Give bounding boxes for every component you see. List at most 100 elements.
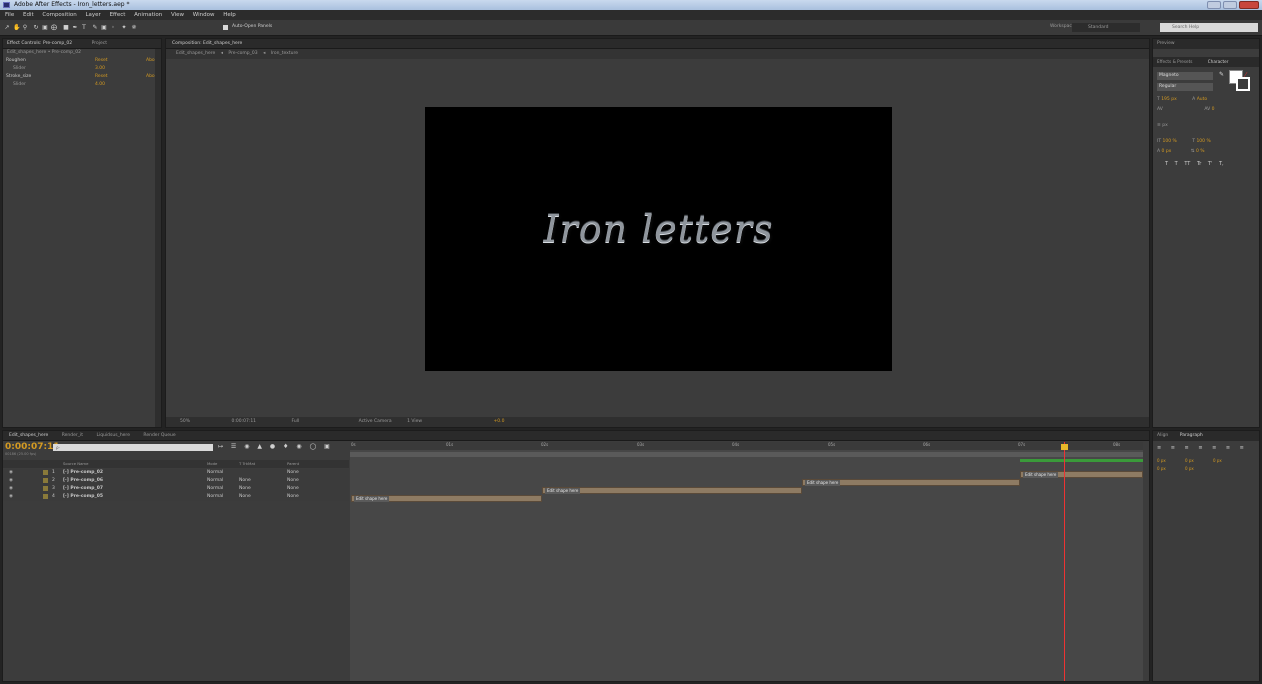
visibility-eye-icon[interactable]: ◉ [9, 493, 13, 501]
effect-reset-link[interactable]: Reset [95, 73, 108, 81]
layer-mode-select[interactable]: Normal [207, 477, 223, 485]
close-button[interactable] [1239, 1, 1259, 9]
hand-tool-icon[interactable]: ✋ [13, 24, 20, 31]
layer-mode-select[interactable]: Normal [207, 493, 223, 501]
tab-preview[interactable]: Preview [1157, 41, 1175, 46]
font-family-select[interactable]: Magneto [1157, 72, 1213, 80]
layer-bar-3[interactable]: Edit shape here [542, 487, 802, 494]
layer-parent-select[interactable]: None [287, 485, 299, 493]
effect-row-stroke-size[interactable]: Stroke_size Reset Abo [3, 73, 161, 81]
baseline-shift-value[interactable]: 0 px [1162, 149, 1172, 154]
faux-bold-button[interactable]: T [1165, 161, 1168, 167]
layer-row[interactable]: ◉ 2 [·] Pre-comp_06 Normal None None [3, 477, 349, 485]
timeline-switches-icons[interactable]: ↦ ☰ ◉ ▲ ● ♦ ◉ ◯ ▣ [218, 443, 333, 450]
time-graph[interactable]: 0s 01s 02s 03s 04s 05s 06s 07s 08s Edit … [350, 442, 1143, 681]
source-name-header[interactable]: Source Name [63, 460, 88, 468]
alignment-buttons[interactable]: ≡ ≡ ≡ ≡ ≡ ≡ ≡ [1157, 445, 1248, 451]
visibility-eye-icon[interactable]: ◉ [9, 485, 13, 493]
layer-mode-select[interactable]: Normal [207, 469, 223, 477]
layer-parent-select[interactable]: None [287, 477, 299, 485]
font-size-value[interactable]: 195 px [1161, 97, 1177, 102]
layer-label-color[interactable] [43, 486, 48, 491]
stroke-row[interactable]: ≡ px [1157, 123, 1168, 128]
layer-parent-select[interactable]: None [287, 493, 299, 501]
stroke-color-swatch[interactable] [1236, 77, 1250, 91]
tab-edit-shapes-here[interactable]: Edit_shapes_here [9, 433, 48, 438]
menu-file[interactable]: File [5, 12, 14, 18]
pan-behind-tool-icon[interactable]: ⨁ [51, 24, 57, 31]
effect-reset-link[interactable]: Reset [95, 57, 108, 65]
menu-help[interactable]: Help [223, 12, 236, 18]
timeline-search-input[interactable]: ρ· [53, 444, 213, 451]
workspace-select[interactable]: Standard [1072, 23, 1140, 32]
minimize-button[interactable] [1207, 1, 1221, 9]
timecode-display[interactable]: 0:00:07:11 [231, 419, 256, 424]
font-size-row[interactable]: T 195 px A Auto [1157, 97, 1207, 102]
layer-label-color[interactable] [43, 494, 48, 499]
menu-edit[interactable]: Edit [23, 12, 34, 18]
breadcrumb-item[interactable]: Edit_shapes_here [176, 51, 215, 56]
effect-row-roughen[interactable]: Roughen Reset Abo [3, 57, 161, 65]
zoom-tool-icon[interactable]: ⚲ [22, 24, 28, 31]
auto-open-checkbox[interactable] [223, 25, 228, 30]
layer-trkmat-select[interactable]: None [239, 477, 251, 485]
slider-value[interactable]: 3.00 [95, 65, 105, 73]
rotate-tool-icon[interactable]: ↻ [33, 24, 39, 31]
effect-slider-row[interactable]: Slider 3.00 [3, 65, 161, 73]
stroke-width-value[interactable]: px [1162, 123, 1168, 128]
layer-bar-2[interactable]: Edit shape here [802, 479, 1020, 486]
views-select[interactable]: 1 View [407, 419, 422, 424]
breadcrumb-item[interactable]: Pre-comp_03 [228, 51, 257, 56]
tab-composition[interactable]: Composition: Edit_shapes_here [172, 41, 242, 46]
slider-value[interactable]: 4.00 [95, 81, 105, 89]
tab-effects-presets[interactable]: Effects & Presets [1157, 59, 1192, 64]
space-after-value[interactable]: 0 px [1185, 466, 1194, 471]
search-help-input[interactable]: Search Help [1160, 23, 1258, 32]
horizontal-scale-value[interactable]: 100 % [1196, 139, 1210, 144]
tracking-row[interactable]: AV AV 0 [1157, 107, 1215, 112]
menu-composition[interactable]: Composition [42, 12, 76, 18]
puppet-tool-icon[interactable]: ✵ [131, 24, 137, 31]
layer-trkmat-select[interactable]: None [239, 493, 251, 501]
time-ruler[interactable]: 0s 01s 02s 03s 04s 05s 06s 07s 08s [350, 442, 1143, 450]
menu-layer[interactable]: Layer [85, 12, 100, 18]
pen-tool-icon[interactable]: ✒ [72, 24, 78, 31]
brush-tool-icon[interactable]: ✎ [92, 24, 98, 31]
tab-project[interactable]: Project [92, 41, 107, 46]
layer-mode-select[interactable]: Normal [207, 485, 223, 493]
resolution-select[interactable]: Full [291, 419, 299, 424]
tab-render-queue[interactable]: Render Queue [143, 433, 175, 438]
menu-window[interactable]: Window [193, 12, 215, 18]
visibility-eye-icon[interactable]: ◉ [9, 477, 13, 485]
layer-name[interactable]: [·] Pre-comp_02 [63, 469, 103, 477]
superscript-button[interactable]: T' [1208, 161, 1212, 167]
effect-slider-row[interactable]: Slider 4.00 [3, 81, 161, 89]
camera-tool-icon[interactable]: ▣ [42, 24, 48, 31]
scale-row[interactable]: IT 100 % T 100 % [1157, 139, 1211, 144]
tab-liquidsus-here[interactable]: Liquidsus_here [96, 433, 130, 438]
indent-right-value[interactable]: 0 px [1185, 458, 1194, 463]
layer-parent-select[interactable]: None [287, 469, 299, 477]
no-color-icon[interactable]: ⁄ [1245, 72, 1251, 79]
maximize-button[interactable] [1223, 1, 1237, 9]
breadcrumb-item[interactable]: Iron_texture [271, 51, 298, 56]
layer-label-color[interactable] [43, 478, 48, 483]
first-line-indent-value[interactable]: 0 px [1213, 458, 1222, 463]
tracking-value[interactable]: 0 [1212, 107, 1215, 112]
baseline-row[interactable]: A 0 px ⇅ 0 % [1157, 149, 1205, 154]
tab-render-it[interactable]: Render_it [62, 433, 83, 438]
current-time-handle[interactable] [1061, 444, 1068, 450]
layer-name[interactable]: [·] Pre-comp_07 [63, 485, 103, 493]
tab-align[interactable]: Align [1157, 433, 1168, 438]
layer-row[interactable]: ◉ 4 [·] Pre-comp_05 Normal None None [3, 493, 349, 501]
layer-bar-4[interactable]: Edit shape here [351, 495, 542, 502]
indent-row[interactable]: 0 px 0 px 0 px [1157, 458, 1222, 463]
effect-about-link[interactable]: Abo [146, 73, 155, 81]
layer-bar-1[interactable]: Edit shape here [1020, 471, 1143, 478]
subscript-button[interactable]: T, [1219, 161, 1224, 167]
visibility-eye-icon[interactable]: ◉ [9, 469, 13, 477]
layer-name[interactable]: [·] Pre-comp_06 [63, 477, 103, 485]
eraser-tool-icon[interactable]: ◦ [110, 24, 116, 31]
layer-row[interactable]: ◉ 3 [·] Pre-comp_07 Normal None None [3, 485, 349, 493]
leading-value[interactable]: Auto [1197, 97, 1207, 102]
